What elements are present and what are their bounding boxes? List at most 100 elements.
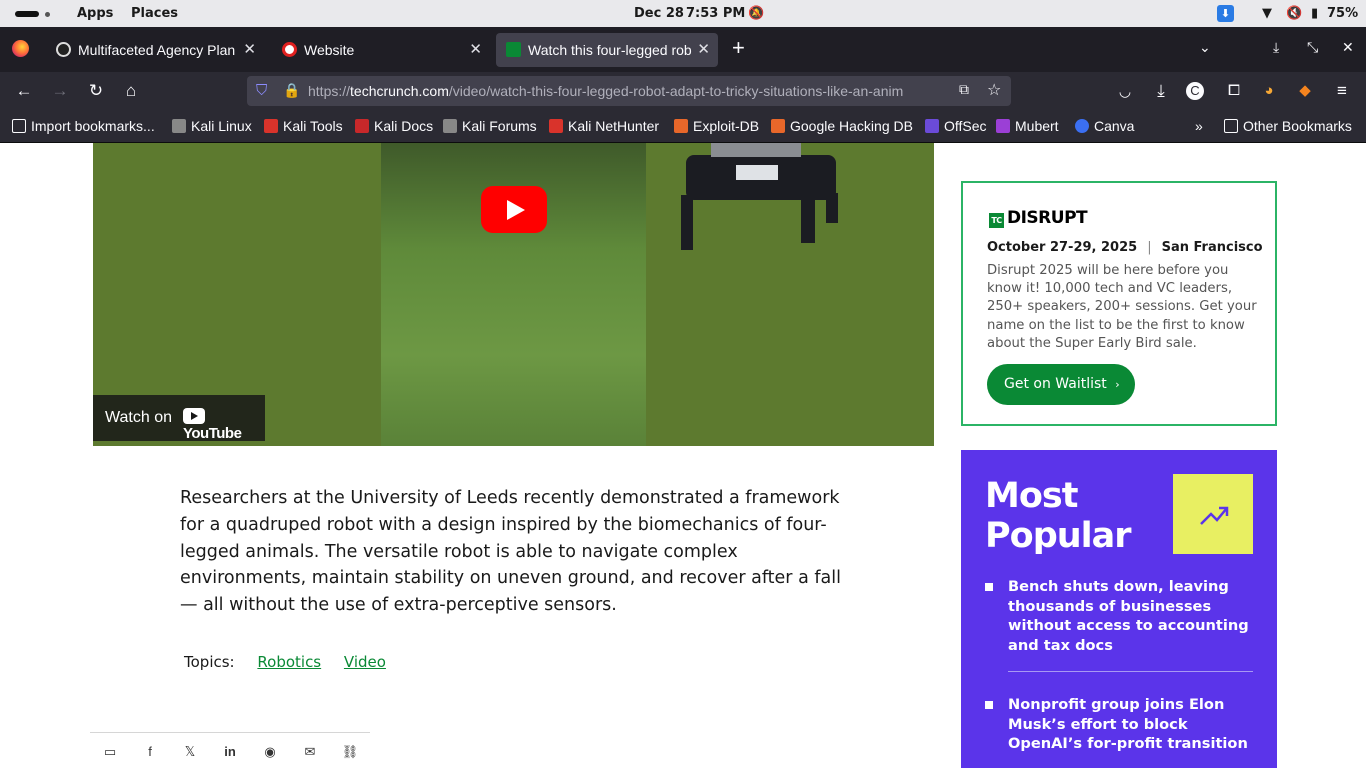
get-on-waitlist-button[interactable]: Get on Waitlist › bbox=[987, 364, 1135, 405]
tab-multifaceted-agency-plan[interactable]: Multifaceted Agency Plan ✕ bbox=[46, 33, 264, 67]
download-status-icon[interactable]: ⬇ bbox=[1217, 5, 1234, 22]
tab-label: Website bbox=[304, 42, 355, 58]
linkedin-icon[interactable]: in bbox=[221, 744, 239, 759]
pocket-icon[interactable]: ◡ bbox=[1114, 81, 1136, 101]
bookmark-kali-forums[interactable]: Kali Forums bbox=[443, 118, 537, 134]
bookmark-kali-nethunter[interactable]: Kali NetHunter bbox=[549, 118, 659, 134]
wifi-icon[interactable]: ▼ bbox=[1262, 6, 1272, 21]
reddit-icon[interactable]: ◉ bbox=[261, 744, 279, 760]
tracking-protection-shield-icon[interactable]: ⛉ bbox=[256, 82, 267, 99]
email-icon[interactable]: ✉ bbox=[301, 744, 319, 760]
bookmark-label: Import bookmarks... bbox=[31, 118, 155, 134]
forward-icon[interactable]: → bbox=[49, 81, 71, 101]
close-window-icon[interactable]: ✕ bbox=[1342, 39, 1354, 56]
bookmark-kali-tools[interactable]: Kali Tools bbox=[264, 118, 343, 134]
tab-watch-four-legged-robot[interactable]: Watch this four-legged rob ✕ bbox=[496, 33, 718, 67]
bookmark-label: Other Bookmarks bbox=[1243, 118, 1352, 134]
account-extension-icon[interactable]: C bbox=[1186, 82, 1204, 100]
topic-link-video[interactable]: Video bbox=[344, 653, 386, 671]
app-menu-icon[interactable]: ≡ bbox=[1331, 81, 1353, 101]
waitlist-button-label: Get on Waitlist bbox=[1004, 376, 1107, 392]
popular-item[interactable]: Nonprofit group joins Elon Musk’s effort… bbox=[1008, 695, 1253, 754]
play-button[interactable] bbox=[481, 186, 547, 233]
event-dates: October 27-29, 2025 bbox=[987, 240, 1138, 255]
new-tab-icon[interactable]: + bbox=[732, 36, 745, 60]
battery-percent: 75% bbox=[1327, 6, 1359, 21]
event-location: San Francisco bbox=[1161, 240, 1263, 255]
close-tab-icon[interactable]: ✕ bbox=[469, 40, 482, 58]
minimize-window-icon[interactable]: ⤓ bbox=[1273, 39, 1279, 56]
watch-on-youtube-button[interactable]: Watch on YouTube bbox=[93, 395, 265, 442]
facebook-icon[interactable]: f bbox=[141, 744, 159, 759]
bookmark-offsec[interactable]: OffSec bbox=[925, 118, 987, 134]
x-twitter-icon[interactable]: 𝕏 bbox=[181, 744, 199, 760]
extensions-icon[interactable]: ⧠ bbox=[1223, 81, 1245, 101]
bookmark-import[interactable]: Import bookmarks... bbox=[12, 118, 155, 134]
techcrunch-favicon-icon bbox=[506, 42, 521, 57]
popular-item[interactable]: Bench shuts down, leaving thousands of b… bbox=[1008, 577, 1253, 655]
metamask-fox-icon[interactable]: ◆ bbox=[1294, 81, 1316, 101]
activities-indicator[interactable] bbox=[15, 11, 39, 17]
bookmark-kali-docs[interactable]: Kali Docs bbox=[355, 118, 433, 134]
kali-tools-icon bbox=[264, 119, 278, 133]
bookmark-other-bookmarks[interactable]: Other Bookmarks bbox=[1224, 118, 1352, 134]
lock-icon[interactable]: 🔒 bbox=[283, 82, 300, 99]
browser-tab-bar: Multifaceted Agency Plan ✕ Website ✕ Wat… bbox=[0, 27, 1366, 72]
tab-label: Multifaceted Agency Plan bbox=[78, 42, 236, 58]
close-tab-icon[interactable]: ✕ bbox=[697, 40, 710, 58]
comment-icon[interactable]: ▭ bbox=[101, 744, 119, 760]
bookmark-canva[interactable]: Canva bbox=[1075, 118, 1134, 134]
heading-line-2: Popular bbox=[985, 516, 1132, 556]
bookmark-label: Kali Forums bbox=[462, 118, 537, 134]
firefox-menu-icon[interactable] bbox=[12, 40, 29, 57]
chevron-right-icon: › bbox=[1115, 378, 1120, 391]
downloads-icon[interactable]: ⤓ bbox=[1150, 81, 1172, 101]
translate-page-icon[interactable]: ⧉ bbox=[959, 81, 969, 98]
youtube-logo: YouTube bbox=[183, 408, 265, 442]
address-bar[interactable]: ⛉ 🔒 https://techcrunch.com/video/watch-t… bbox=[247, 76, 1011, 106]
clock-date[interactable]: Dec 28 bbox=[634, 6, 684, 21]
bookmark-mubert[interactable]: Mubert bbox=[996, 118, 1059, 134]
most-popular-heading: Most Popular bbox=[985, 476, 1132, 556]
apps-menu[interactable]: Apps bbox=[77, 6, 113, 21]
kali-docs-icon bbox=[355, 119, 369, 133]
bookmark-star-icon[interactable]: ☆ bbox=[987, 80, 1001, 100]
exploit-db-icon bbox=[674, 119, 688, 133]
bookmark-kali-linux[interactable]: Kali Linux bbox=[172, 118, 252, 134]
list-bullet bbox=[985, 583, 993, 591]
heading-line-1: Most bbox=[985, 476, 1078, 516]
bookmarks-overflow-chevron-icon[interactable]: » bbox=[1195, 118, 1203, 134]
disrupt-promo-card: TC DISRUPT October 27-29, 2025 | San Franci… bbox=[961, 181, 1277, 426]
back-icon[interactable]: ← bbox=[13, 81, 35, 101]
trending-up-icon bbox=[1200, 506, 1229, 525]
battery-icon[interactable]: ▮ bbox=[1311, 6, 1318, 21]
colorful-extension-icon[interactable]: ◕ bbox=[1258, 81, 1280, 101]
topic-link-robotics[interactable]: Robotics bbox=[257, 653, 321, 671]
home-icon[interactable]: ⌂ bbox=[120, 81, 142, 101]
clock-time[interactable]: 7:53 PM bbox=[686, 6, 745, 21]
reload-icon[interactable]: ↻ bbox=[85, 81, 107, 101]
bookmark-label: Mubert bbox=[1015, 118, 1059, 134]
most-popular-panel: Most Popular Bench shuts down, leaving th… bbox=[961, 450, 1277, 768]
youtube-video-embed[interactable]: Watch on YouTube bbox=[93, 143, 934, 446]
youtube-wordmark: YouTube bbox=[183, 425, 242, 442]
places-menu[interactable]: Places bbox=[131, 6, 178, 21]
close-tab-icon[interactable]: ✕ bbox=[243, 40, 256, 58]
bookmark-google-hacking-db[interactable]: Google Hacking DB bbox=[771, 118, 913, 134]
list-all-tabs-icon[interactable]: ⌄ bbox=[1199, 39, 1211, 56]
kali-dragon-icon bbox=[172, 119, 186, 133]
url-path: /video/watch-this-four-legged-robot-adap… bbox=[448, 83, 904, 99]
event-description: Disrupt 2025 will be here before you kno… bbox=[987, 263, 1257, 351]
volume-muted-icon[interactable]: 🔇 bbox=[1286, 6, 1302, 21]
tab-label: Watch this four-legged rob bbox=[528, 42, 692, 58]
copy-link-icon[interactable]: ⛓ bbox=[341, 744, 359, 760]
popular-divider bbox=[1008, 671, 1253, 672]
os-top-bar: Apps Places Dec 28 7:53 PM 🔕 ⬇ ▼ 🔇 ▮ 75% bbox=[0, 0, 1366, 27]
restore-window-icon[interactable]: ⤡ bbox=[1307, 39, 1318, 56]
tab-website[interactable]: Website ✕ bbox=[272, 33, 490, 67]
bookmark-exploit-db[interactable]: Exploit-DB bbox=[674, 118, 759, 134]
disrupt-wordmark: DISRUPT bbox=[1007, 208, 1088, 228]
web-page: Watch on YouTube Researchers at the Univ… bbox=[0, 143, 1366, 768]
url-text[interactable]: https://techcrunch.com/video/watch-this-… bbox=[308, 83, 950, 99]
navigation-toolbar: ← → ↻ ⌂ ⛉ 🔒 https://techcrunch.com/video… bbox=[0, 72, 1366, 110]
